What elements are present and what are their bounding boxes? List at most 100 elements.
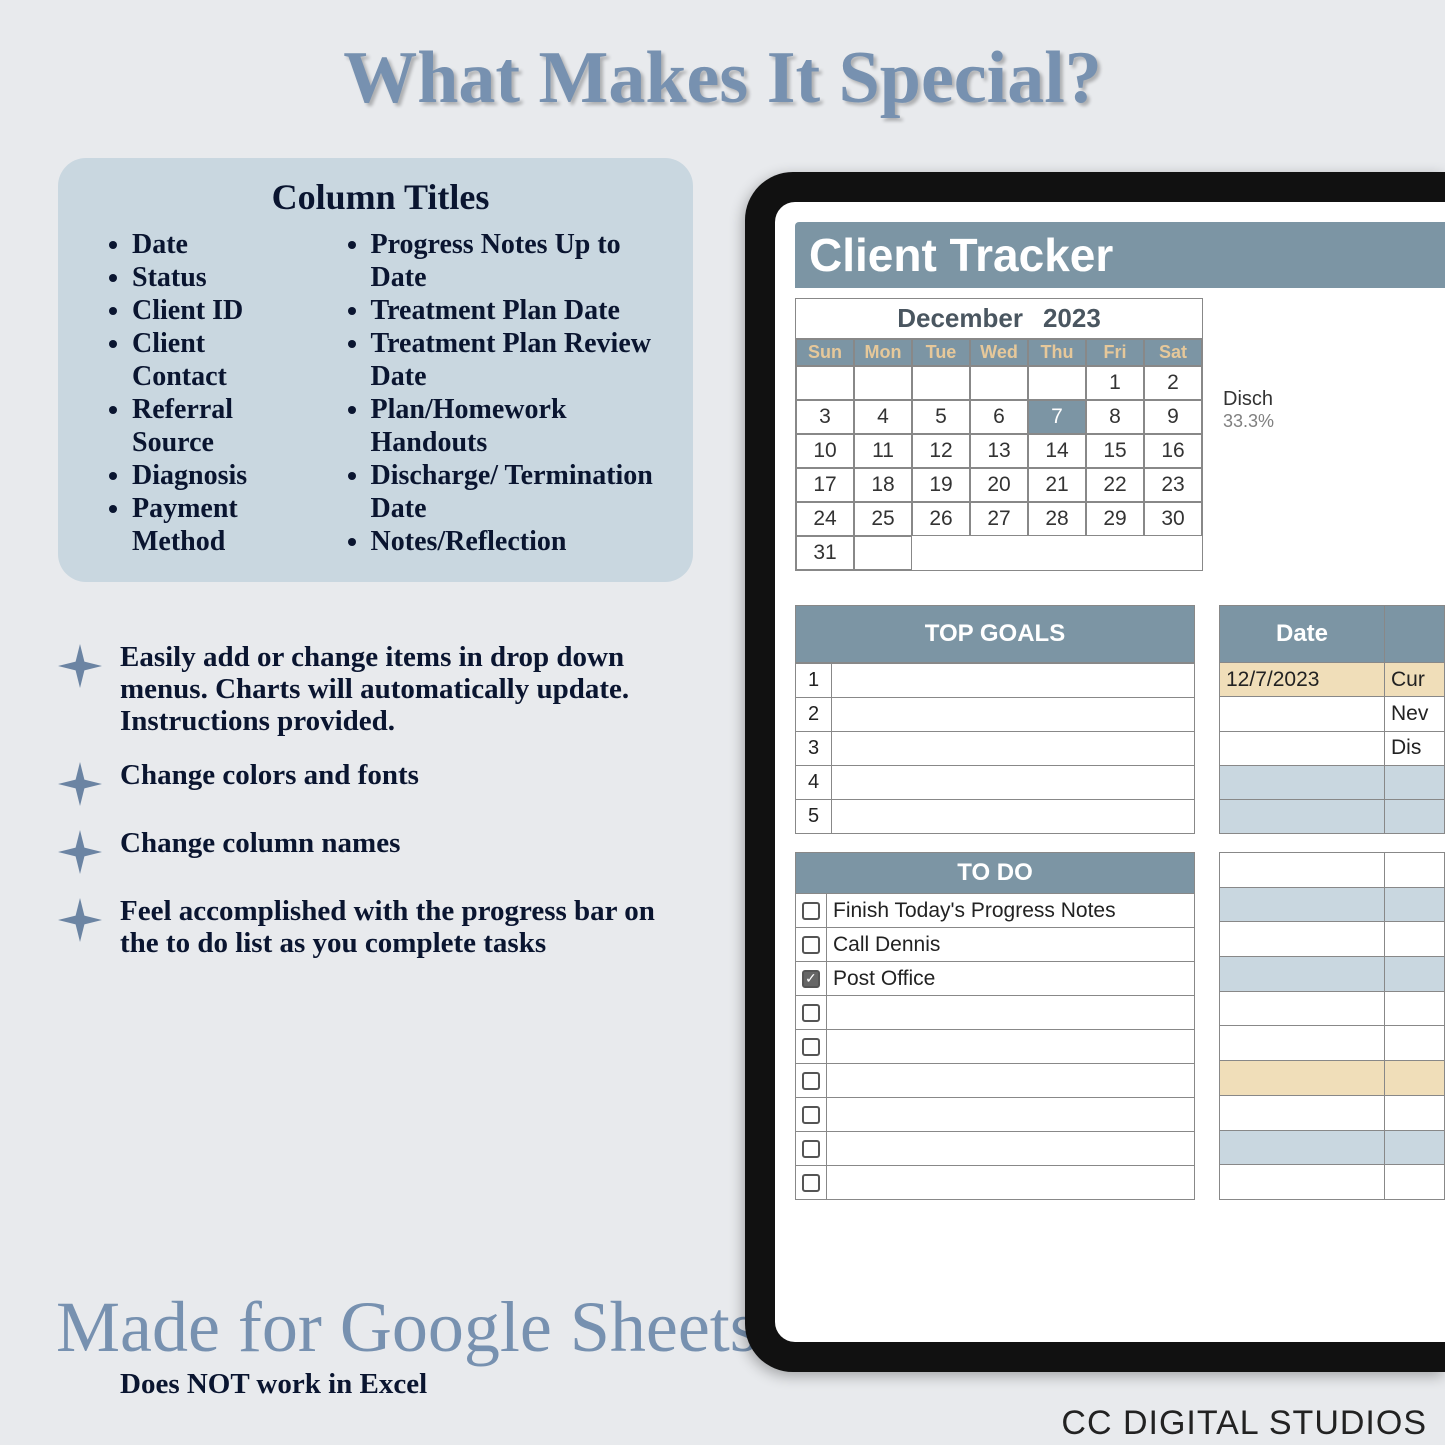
todo-text[interactable] <box>827 1166 1195 1200</box>
todo-checkbox-cell[interactable] <box>796 1064 827 1098</box>
calendar-cell[interactable]: 7 <box>1028 400 1086 434</box>
stripe-cell[interactable] <box>1220 991 1385 1026</box>
todo-checkbox-cell[interactable] <box>796 1030 827 1064</box>
date-cell[interactable] <box>1220 799 1385 833</box>
data-cell[interactable] <box>1385 765 1445 799</box>
stripe-cell[interactable] <box>1385 991 1445 1026</box>
data-cell[interactable] <box>1385 799 1445 833</box>
calendar-cell[interactable]: 23 <box>1144 468 1202 502</box>
stripe-cell[interactable] <box>1220 1165 1385 1200</box>
todo-checkbox-cell[interactable] <box>796 962 827 996</box>
checkbox-icon[interactable] <box>802 1140 820 1158</box>
calendar-cell[interactable]: 15 <box>1086 434 1144 468</box>
calendar-cell[interactable]: 24 <box>796 502 854 536</box>
stripe-cell[interactable] <box>1385 1026 1445 1061</box>
calendar-cell[interactable]: 29 <box>1086 502 1144 536</box>
date-cell[interactable]: 12/7/2023 <box>1220 663 1385 697</box>
goal-cell[interactable] <box>832 664 1195 698</box>
calendar-cell[interactable]: 3 <box>796 400 854 434</box>
todo-text[interactable] <box>827 1132 1195 1166</box>
stripe-cell[interactable] <box>1220 1095 1385 1130</box>
data-cell[interactable]: Nev <box>1385 697 1445 731</box>
goal-cell[interactable] <box>832 698 1195 732</box>
todo-text[interactable]: Finish Today's Progress Notes <box>827 894 1195 928</box>
calendar-cell[interactable]: 8 <box>1086 400 1144 434</box>
checkbox-icon[interactable] <box>802 970 820 988</box>
checkbox-icon[interactable] <box>802 1072 820 1090</box>
calendar-cell[interactable]: 10 <box>796 434 854 468</box>
calendar-cell[interactable] <box>854 536 912 570</box>
todo-checkbox-cell[interactable] <box>796 1132 827 1166</box>
todo-checkbox-cell[interactable] <box>796 1166 827 1200</box>
stripe-cell[interactable] <box>1385 1130 1445 1165</box>
stripe-cell[interactable] <box>1220 1061 1385 1096</box>
todo-checkbox-cell[interactable] <box>796 1098 827 1132</box>
calendar-cell[interactable]: 19 <box>912 468 970 502</box>
calendar-cell[interactable]: 21 <box>1028 468 1086 502</box>
stripe-cell[interactable] <box>1220 853 1385 888</box>
stripe-cell[interactable] <box>1385 1165 1445 1200</box>
calendar-cell[interactable]: 17 <box>796 468 854 502</box>
calendar-cell[interactable]: 31 <box>796 536 854 570</box>
date-cell[interactable] <box>1220 697 1385 731</box>
calendar-cell[interactable] <box>1028 366 1086 400</box>
stripe-cell[interactable] <box>1220 922 1385 957</box>
goal-cell[interactable] <box>832 800 1195 834</box>
stripe-cell[interactable] <box>1220 957 1385 992</box>
stripe-cell[interactable] <box>1220 1026 1385 1061</box>
calendar-cell[interactable]: 9 <box>1144 400 1202 434</box>
todo-text[interactable] <box>827 996 1195 1030</box>
calendar-cell[interactable]: 25 <box>854 502 912 536</box>
calendar-cell[interactable]: 26 <box>912 502 970 536</box>
stripe-cell[interactable] <box>1220 887 1385 922</box>
data-cell[interactable]: Dis <box>1385 731 1445 765</box>
todo-checkbox-cell[interactable] <box>796 894 827 928</box>
checkbox-icon[interactable] <box>802 1106 820 1124</box>
calendar-cell[interactable]: 11 <box>854 434 912 468</box>
calendar-cell[interactable]: 16 <box>1144 434 1202 468</box>
calendar-cell[interactable]: 12 <box>912 434 970 468</box>
calendar-cell[interactable]: 1 <box>1086 366 1144 400</box>
calendar-cell[interactable]: 28 <box>1028 502 1086 536</box>
calendar-cell[interactable]: 4 <box>854 400 912 434</box>
checkbox-icon[interactable] <box>802 936 820 954</box>
calendar-cell[interactable]: 14 <box>1028 434 1086 468</box>
calendar-cell[interactable]: 18 <box>854 468 912 502</box>
checkbox-icon[interactable] <box>802 902 820 920</box>
calendar-cell[interactable]: 22 <box>1086 468 1144 502</box>
stripe-cell[interactable] <box>1385 957 1445 992</box>
todo-checkbox-cell[interactable] <box>796 996 827 1030</box>
todo-text[interactable]: Call Dennis <box>827 928 1195 962</box>
calendar-cell[interactable] <box>912 366 970 400</box>
calendar-cell[interactable]: 2 <box>1144 366 1202 400</box>
todo-text[interactable]: Post Office <box>827 962 1195 996</box>
calendar-cell[interactable]: 30 <box>1144 502 1202 536</box>
calendar-cell[interactable]: 6 <box>970 400 1028 434</box>
checkbox-icon[interactable] <box>802 1004 820 1022</box>
calendar-cell[interactable] <box>970 366 1028 400</box>
date-cell[interactable] <box>1220 765 1385 799</box>
checkbox-icon[interactable] <box>802 1038 820 1056</box>
calendar-cell[interactable] <box>796 366 854 400</box>
stripe-cell[interactable] <box>1385 887 1445 922</box>
goal-cell[interactable] <box>832 732 1195 766</box>
stripe-cell[interactable] <box>1385 1061 1445 1096</box>
calendar-cell[interactable]: 5 <box>912 400 970 434</box>
stripe-cell[interactable] <box>1385 922 1445 957</box>
todo-text[interactable] <box>827 1030 1195 1064</box>
calendar-cell[interactable]: 13 <box>970 434 1028 468</box>
calendar-cell[interactable] <box>854 366 912 400</box>
stripe-cell[interactable] <box>1385 853 1445 888</box>
stripe-cell[interactable] <box>1385 1095 1445 1130</box>
todo-checkbox-cell[interactable] <box>796 928 827 962</box>
todo-text[interactable] <box>827 1098 1195 1132</box>
todo-text[interactable] <box>827 1064 1195 1098</box>
calendar-cell[interactable]: 27 <box>970 502 1028 536</box>
checkbox-icon[interactable] <box>802 1174 820 1192</box>
stripe-cell[interactable] <box>1220 1130 1385 1165</box>
column-item: Notes/Reflection <box>371 525 663 558</box>
calendar-cell[interactable]: 20 <box>970 468 1028 502</box>
goal-cell[interactable] <box>832 766 1195 800</box>
date-cell[interactable] <box>1220 731 1385 765</box>
data-cell[interactable]: Cur <box>1385 663 1445 697</box>
